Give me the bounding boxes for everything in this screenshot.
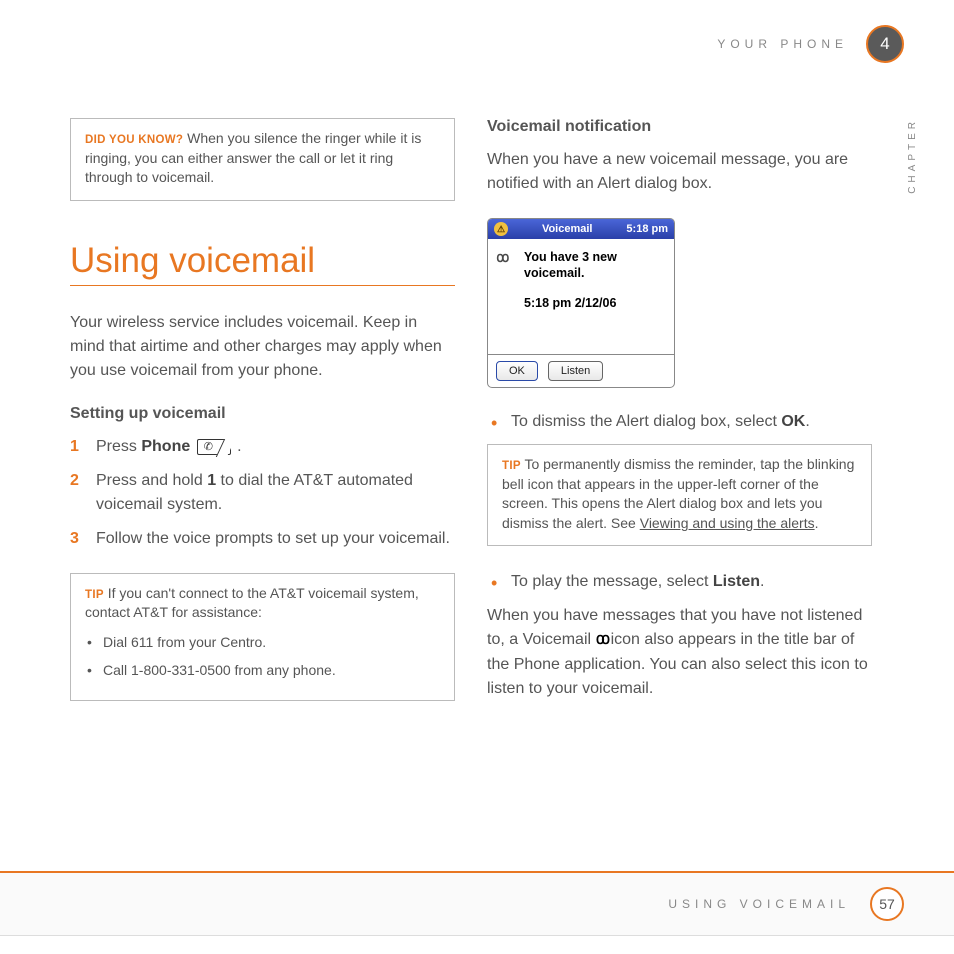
page-footer: USING VOICEMAIL 57 — [0, 871, 954, 936]
page-header: YOUR PHONE 4 — [70, 25, 904, 63]
screenshot-time: 5:18 pm — [626, 223, 668, 235]
alert-dialog-screenshot: ⚠ Voicemail 5:18 pm ൦൦ You have 3 new vo… — [487, 218, 675, 388]
bullet-dismiss: To dismiss the Alert dialog box, select … — [487, 410, 872, 434]
tip-callout-left: TIP If you can't connect to the AT&T voi… — [70, 573, 455, 701]
setup-steps: Press Phone . Press and hold 1 to dial t… — [70, 435, 455, 551]
tip-label-left: TIP — [85, 589, 104, 601]
instruction-bullets-1: To dismiss the Alert dialog box, select … — [487, 410, 872, 434]
right-column: Voicemail notification When you have a n… — [487, 118, 872, 725]
page-number: 57 — [870, 887, 904, 921]
setup-subhead: Setting up voicemail — [70, 405, 455, 423]
notification-subhead: Voicemail notification — [487, 118, 872, 136]
voicemail-icon-paragraph: When you have messages that you have not… — [487, 604, 872, 700]
screenshot-title: Voicemail — [542, 223, 593, 235]
tip-text-right-b: . — [815, 515, 819, 531]
step-2: Press and hold 1 to dial the AT&T automa… — [70, 469, 455, 517]
intro-paragraph: Your wireless service includes voicemail… — [70, 311, 455, 383]
voicemail-icon: ൦൦ — [496, 249, 507, 266]
tip-bullet-1: Dial 611 from your Centro. — [85, 631, 440, 653]
screenshot-buttons: OK Listen — [488, 354, 674, 387]
ok-button: OK — [496, 361, 538, 381]
footer-section-label: USING VOICEMAIL — [668, 897, 850, 911]
header-section-label: YOUR PHONE — [717, 37, 848, 51]
tip-link: Viewing and using the alerts — [640, 515, 815, 531]
screenshot-body: ൦൦ You have 3 new voicemail. 5:18 pm 2/1… — [488, 239, 674, 354]
left-column: DID YOU KNOW? When you silence the ringe… — [70, 118, 455, 725]
instruction-bullets-2: To play the message, select Listen. — [487, 570, 872, 594]
voicemail-inline-icon: ൦൦ — [596, 628, 607, 652]
chapter-number-badge: 4 — [866, 25, 904, 63]
didyouknow-label: DID YOU KNOW? — [85, 134, 183, 146]
chapter-vertical-label: CHAPTER — [907, 118, 918, 194]
tip-text-left: If you can't connect to the AT&T voicema… — [85, 585, 419, 621]
tip-callout-right: TIP To permanently dismiss the reminder,… — [487, 444, 872, 546]
tip-bullet-2: Call 1-800-331-0500 from any phone. — [85, 659, 440, 681]
phone-key-icon — [197, 439, 231, 455]
content-columns: DID YOU KNOW? When you silence the ringe… — [70, 118, 904, 725]
step-3: Follow the voice prompts to set up your … — [70, 527, 455, 551]
bullet-listen: To play the message, select Listen. — [487, 570, 872, 594]
notification-text: When you have a new voicemail message, y… — [487, 148, 872, 196]
listen-button: Listen — [548, 361, 603, 381]
tip-sub-bullets: Dial 611 from your Centro. Call 1-800-33… — [85, 631, 440, 682]
step-1: Press Phone . — [70, 435, 455, 459]
did-you-know-callout: DID YOU KNOW? When you silence the ringe… — [70, 118, 455, 201]
screenshot-titlebar: ⚠ Voicemail 5:18 pm — [488, 219, 674, 239]
tip-label-right: TIP — [502, 460, 521, 472]
page-title: Using voicemail — [70, 241, 455, 286]
bell-icon: ⚠ — [494, 222, 508, 236]
screenshot-message: You have 3 new voicemail. — [498, 249, 664, 282]
screenshot-date: 5:18 pm 2/12/06 — [498, 296, 664, 310]
